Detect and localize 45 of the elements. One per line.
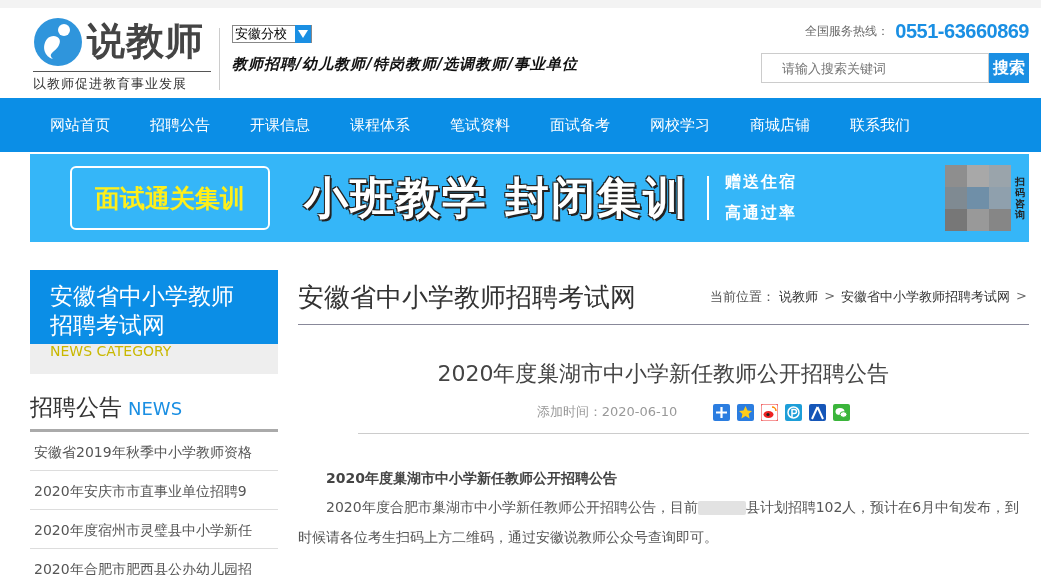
promo-headline: 小班教学 封闭集训: [304, 170, 690, 225]
hotline-label: 全国服务热线：: [805, 23, 890, 40]
breadcrumb-label: 当前位置：: [710, 288, 776, 306]
logo-text: 说教师: [87, 18, 204, 65]
section-subtitle: NEWS: [128, 398, 183, 419]
slogan: 以教师促进教育事业发展: [33, 71, 211, 93]
branch-select[interactable]: 安徽分校: [232, 25, 312, 43]
news-link[interactable]: 2020年度宿州市灵璧县中小学新任: [30, 510, 278, 549]
nav-link[interactable]: 网站首页: [30, 115, 130, 135]
qr-code-icon: [945, 165, 1011, 231]
search-button[interactable]: 搜索: [989, 53, 1029, 83]
person-share-icon[interactable]: [809, 403, 827, 421]
hotline-number: 0551-63660869: [895, 20, 1029, 43]
article-paragraph: 2020年度合肥市巢湖市中小学新任教师公开招聘公告，目前 县计划招聘102人，预计在6月中旬发布，到时候请各位考生扫码上方二维码，通过安徽说教师公众号查询即可。: [298, 498, 1021, 547]
nav-link[interactable]: 商城店铺: [730, 115, 830, 135]
p-share-icon[interactable]: [785, 403, 803, 421]
breadcrumb-separator: >: [824, 288, 836, 305]
tagline: 教师招聘/幼儿教师/特岗教师/选调教师/事业单位: [232, 55, 578, 74]
page-title: 安徽省中小学教师招聘考试网: [298, 280, 636, 314]
logo-icon: [33, 16, 83, 67]
breadcrumb-link[interactable]: 说教师: [779, 288, 819, 306]
search-field[interactable]: 请输入搜索关键词: [761, 53, 989, 83]
nav-link[interactable]: 课程体系: [330, 115, 430, 135]
plus-share-icon[interactable]: [713, 403, 731, 421]
article-title: 2020年度巢湖市中小学新任教师公开招聘公告: [436, 360, 891, 388]
section-title: 招聘公告: [30, 393, 122, 422]
promo-badge: 面试通关集训: [70, 166, 270, 230]
nav-link[interactable]: 开课信息: [230, 115, 330, 135]
publish-date: 添加时间：2020-06-10: [536, 403, 678, 421]
qr-caption: 扫码咨询: [1015, 176, 1025, 220]
promo-perk: 赠送住宿: [725, 172, 798, 193]
promo-perk: 高通过率: [725, 203, 798, 224]
article-heading: 2020年度巢湖市中小学新任教师公开招聘公告: [326, 470, 618, 488]
caret-icon: [298, 30, 308, 38]
nav-link[interactable]: 联系我们: [830, 115, 930, 135]
chat-share-icon[interactable]: [833, 403, 851, 421]
news-link[interactable]: 2020年安庆市市直事业单位招聘9: [30, 471, 278, 510]
nav-link[interactable]: 招聘公告: [130, 115, 230, 135]
breadcrumb-link[interactable]: 安徽省中小学教师招聘考试网: [841, 288, 1011, 306]
news-link[interactable]: 安徽省2019年秋季中小学教师资格: [30, 432, 278, 471]
nav-link[interactable]: 笔试资料: [430, 115, 530, 135]
nav-link[interactable]: 面试备考: [530, 115, 630, 135]
nav-link[interactable]: 网校学习: [630, 115, 730, 135]
breadcrumb-separator: >: [1016, 288, 1027, 305]
star-share-icon[interactable]: [737, 403, 755, 421]
